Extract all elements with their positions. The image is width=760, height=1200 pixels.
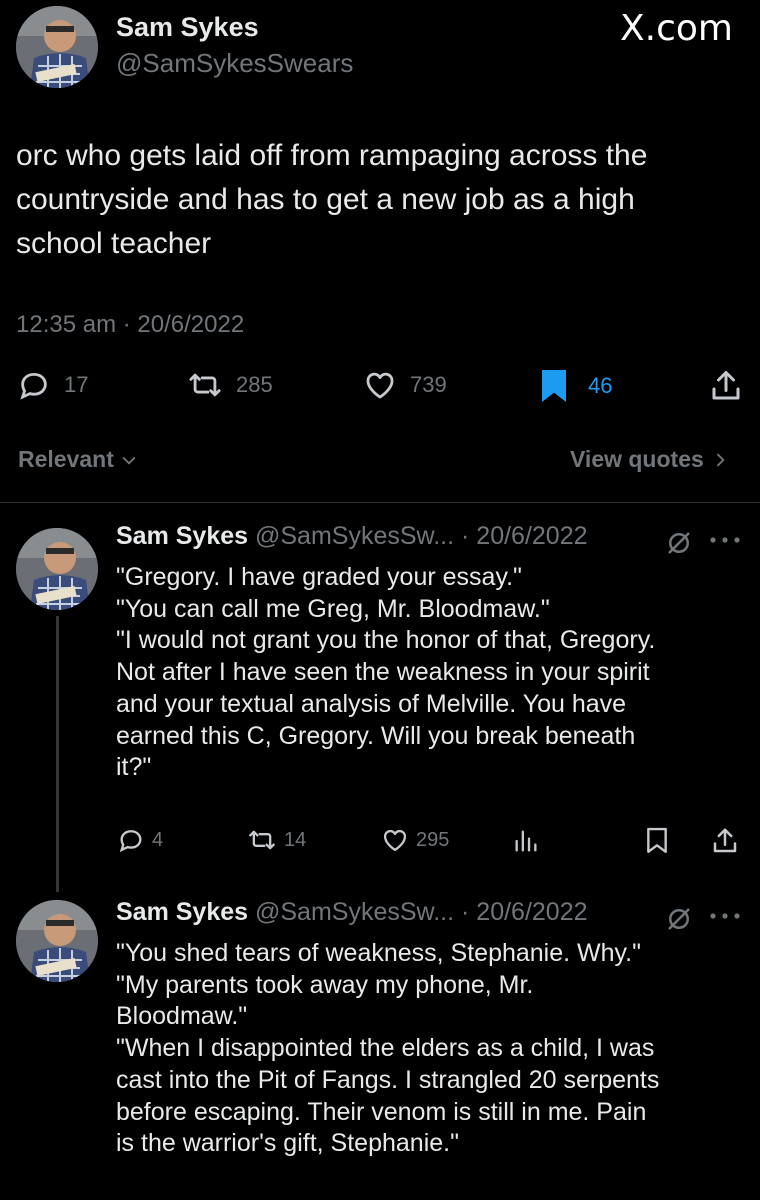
- retweet-icon: [189, 373, 221, 397]
- reply-line: Bloodmaw.": [116, 1002, 248, 1031]
- main-tweet-timestamp[interactable]: 12:35 am · 20/6/2022: [16, 311, 244, 339]
- tweet-line: countryside and has to get a new job as …: [16, 183, 635, 216]
- reply-retweet-button[interactable]: 14: [246, 826, 306, 854]
- reply-views-button[interactable]: [512, 826, 540, 856]
- grok-icon[interactable]: [664, 904, 694, 934]
- chevron-down-icon: [122, 456, 136, 465]
- grok-icon[interactable]: [664, 528, 694, 558]
- reply-share-button[interactable]: [710, 826, 740, 856]
- reply-sort-dropdown[interactable]: Relevant: [18, 446, 140, 473]
- reply-icon: [119, 830, 142, 853]
- reply-count: 17: [64, 372, 89, 397]
- reply-line: it?": [116, 753, 152, 782]
- reply-author-name[interactable]: Sam Sykes: [116, 522, 248, 550]
- reply-count: 4: [152, 828, 164, 851]
- bookmark-outline-icon: [647, 827, 667, 854]
- reply-icon: [20, 372, 47, 400]
- tweet-line: school teacher: [16, 227, 212, 260]
- reply-line: cast into the Pit of Fangs. I strangled …: [116, 1065, 660, 1094]
- reply-line: is the warrior's gift, Stephanie.": [116, 1129, 459, 1158]
- reply-button[interactable]: 17: [16, 368, 88, 402]
- view-quotes-link[interactable]: View quotes: [570, 446, 730, 473]
- reply-line: "Gregory. I have graded your essay.": [116, 563, 522, 591]
- reply-header: Sam Sykes @SamSykesSw... · 20/6/2022: [116, 898, 588, 927]
- reply-author-handle[interactable]: @SamSykesSw...: [255, 898, 454, 926]
- reply-line: and your textual analysis of Melville. Y…: [116, 689, 627, 718]
- avatar-image: [16, 528, 98, 610]
- share-icon: [712, 371, 740, 400]
- view-quotes-label: View quotes: [570, 446, 704, 472]
- main-author-handle[interactable]: @SamSykesSwears: [116, 48, 353, 79]
- reply-line: "My parents took away my phone, Mr.: [116, 970, 534, 999]
- share-icon: [713, 828, 737, 853]
- reply-line: "You shed tears of weakness, Stephanie. …: [116, 939, 641, 967]
- reply-date[interactable]: · 20/6/2022: [461, 898, 588, 926]
- reply-header: Sam Sykes @SamSykesSw... · 20/6/2022: [116, 522, 588, 551]
- like-button[interactable]: 739: [362, 368, 447, 402]
- x-logo-text: X.com: [620, 8, 733, 49]
- chevron-right-icon: [716, 453, 725, 466]
- reply-text: "You shed tears of weakness, Stephanie. …: [116, 938, 746, 1160]
- retweet-count: 14: [284, 828, 307, 851]
- thread-connector-line: [56, 616, 59, 892]
- analytics-icon: [515, 830, 537, 852]
- reply-line: before escaping. Their venom is still in…: [116, 1097, 647, 1126]
- reply-author-name[interactable]: Sam Sykes: [116, 898, 248, 926]
- more-options-icon[interactable]: [708, 534, 742, 546]
- like-icon: [366, 372, 394, 399]
- reply-line: "You can call me Greg, Mr. Bloodmaw.": [116, 594, 550, 623]
- retweet-count: 285: [236, 372, 273, 397]
- more-options-icon[interactable]: [708, 910, 742, 922]
- reply-line: "I would not grant you the honor of that…: [116, 626, 656, 655]
- divider: [0, 502, 760, 503]
- bookmark-count: 46: [588, 373, 613, 398]
- main-author-name[interactable]: Sam Sykes: [116, 12, 259, 43]
- reply-author-avatar[interactable]: [16, 528, 98, 610]
- share-button[interactable]: [708, 368, 744, 404]
- retweet-button[interactable]: 285: [186, 368, 273, 402]
- reply-like-button[interactable]: 295: [380, 826, 449, 854]
- tweet-line: orc who gets laid off from rampaging acr…: [16, 139, 648, 172]
- retweet-icon: [249, 830, 275, 850]
- reply-text: "Gregory. I have graded your essay." "Yo…: [116, 562, 746, 784]
- reply-line: earned this C, Gregory. Will you break b…: [116, 721, 636, 750]
- reply-author-avatar[interactable]: [16, 900, 98, 982]
- reply-line: "When I disappointed the elders as a chi…: [116, 1034, 655, 1063]
- reply-sort-label: Relevant: [18, 446, 114, 472]
- bookmark-icon: [542, 370, 566, 402]
- main-author-avatar[interactable]: [16, 6, 98, 88]
- like-icon: [383, 829, 407, 852]
- avatar-image: [16, 6, 98, 88]
- reply-date[interactable]: · 20/6/2022: [461, 522, 588, 550]
- reply-bookmark-button[interactable]: [644, 826, 670, 856]
- reply-reply-button[interactable]: 4: [116, 826, 163, 854]
- bookmark-button[interactable]: 46: [538, 368, 612, 404]
- main-tweet-text: orc who gets laid off from rampaging acr…: [16, 134, 746, 266]
- reply-author-handle[interactable]: @SamSykesSw...: [255, 522, 454, 550]
- reply-line: Not after I have seen the weakness in yo…: [116, 658, 650, 687]
- like-count: 739: [410, 372, 447, 397]
- avatar-image: [16, 900, 98, 982]
- like-count: 295: [416, 828, 450, 851]
